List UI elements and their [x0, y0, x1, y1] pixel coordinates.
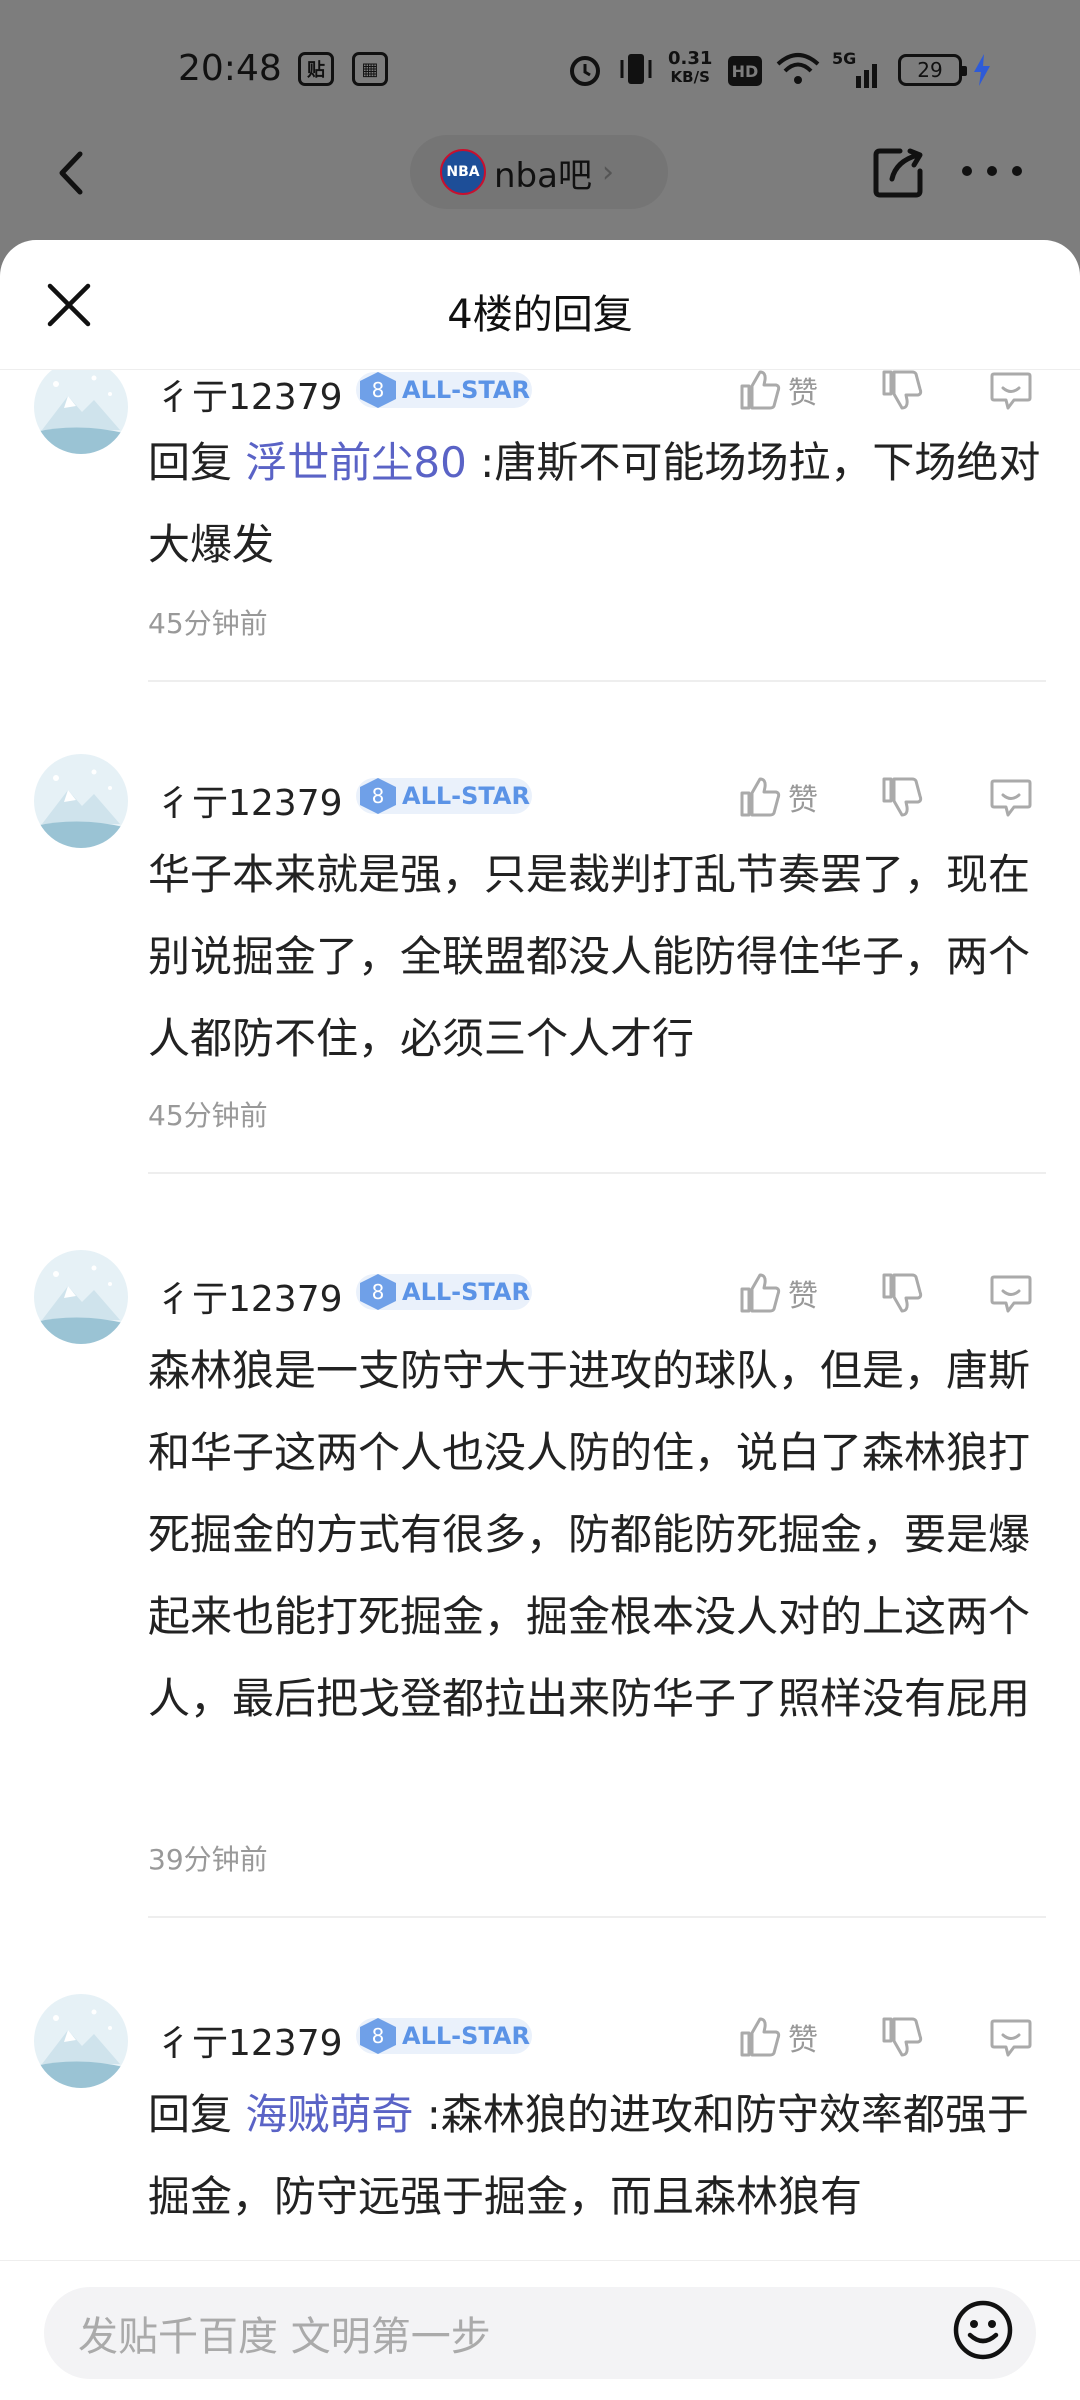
thumb-down-icon[interactable]	[880, 370, 924, 415]
net-speed: 0.31 KB/S	[668, 48, 713, 87]
divider	[148, 1916, 1046, 1918]
comment-input[interactable]: 发贴千百度 文明第一步	[44, 2287, 1036, 2379]
username[interactable]: 彳亍12379	[156, 2014, 343, 2066]
like-button[interactable]: 赞	[738, 370, 818, 415]
replies-sheet: 4楼的回复 彳亍12379 8 ALL-STAR 赞 回复 浮世前尘80 :唐斯…	[0, 240, 1080, 2400]
like-button[interactable]: 赞	[738, 772, 818, 822]
like-button[interactable]: 赞	[738, 1268, 818, 1318]
reply-prefix: 回复	[148, 438, 246, 487]
level-number: 8	[360, 778, 396, 814]
thumb-down-icon[interactable]	[880, 772, 924, 822]
badge-title: ALL-STAR	[402, 1278, 530, 1306]
like-button[interactable]: 赞	[738, 2012, 818, 2062]
status-time: 20:48	[178, 48, 282, 89]
comment-reply-icon[interactable]	[988, 370, 1034, 415]
comment-reply-icon[interactable]	[988, 772, 1034, 822]
level-badge: 8 ALL-STAR	[356, 2018, 532, 2054]
share-icon[interactable]	[870, 145, 926, 201]
thumb-up-icon	[740, 777, 781, 817]
net-speed-unit: KB/S	[670, 68, 710, 86]
calendar-notification-icon: ▦	[352, 52, 388, 86]
divider	[148, 680, 1046, 682]
level-number: 8	[360, 372, 396, 408]
avatar[interactable]	[34, 754, 128, 848]
forum-link[interactable]: NBA nba吧 ›	[410, 135, 668, 209]
like-label: 赞	[788, 2023, 818, 2058]
avatar[interactable]	[34, 1250, 128, 1344]
net-speed-value: 0.31	[668, 48, 713, 69]
comment-input-bar: 发贴千百度 文明第一步	[0, 2260, 1080, 2400]
level-badge: 8 ALL-STAR	[356, 1274, 532, 1310]
avatar[interactable]	[34, 370, 128, 454]
level-number: 8	[360, 2018, 396, 2054]
forum-name: nba吧	[494, 155, 592, 196]
badge-title: ALL-STAR	[402, 782, 530, 810]
thumb-down-icon[interactable]	[880, 1268, 924, 1318]
vibrate-icon	[620, 54, 652, 84]
alarm-icon	[570, 56, 600, 86]
like-label: 赞	[788, 1279, 818, 1314]
level-badge: 8 ALL-STAR	[356, 778, 532, 814]
signal-icon	[856, 64, 877, 88]
username[interactable]: 彳亍12379	[156, 1270, 343, 1322]
reply-timestamp: 45分钟前	[148, 1099, 268, 1132]
sheet-title: 4楼的回复	[447, 292, 633, 338]
username[interactable]: 彳亍12379	[156, 774, 343, 826]
back-arrow-icon[interactable]	[48, 148, 98, 198]
badge-title: ALL-STAR	[402, 376, 530, 404]
sheet-header: 4楼的回复	[0, 240, 1080, 370]
hd-icon: HD	[728, 56, 762, 86]
username[interactable]: 彳亍12379	[156, 370, 343, 420]
tieba-notification-icon: 贴	[298, 52, 334, 86]
reply-text: 华子本来就是强，只是裁判打乱节奏罢了，现在别说掘金了，全联盟都没人能防得住华子，…	[148, 850, 1031, 1063]
like-label: 赞	[788, 376, 818, 411]
badge-title: ALL-STAR	[402, 2022, 530, 2050]
emoji-icon[interactable]	[952, 2299, 1014, 2361]
nba-logo-icon: NBA	[440, 149, 486, 195]
reply-prefix: 回复	[148, 2090, 246, 2139]
reply-text: 森林狼是一支防守大于进攻的球队，但是，唐斯和华子这两个人也没人防的住，说白了森林…	[148, 1346, 1031, 1723]
charging-icon	[974, 54, 990, 86]
thumb-up-icon	[740, 2017, 781, 2057]
thumb-up-icon	[740, 370, 781, 410]
comment-reply-icon[interactable]	[988, 2012, 1034, 2062]
status-bar: 20:48 贴 ▦ 0.31 KB/S HD 5G 29	[0, 0, 1080, 130]
battery-indicator: 29	[898, 54, 967, 86]
wifi-icon	[776, 53, 820, 84]
reply-text: 回复 浮世前尘80 :唐斯不可能场场拉，下场绝对大爆发	[148, 422, 1048, 586]
avatar[interactable]	[34, 1994, 128, 2088]
mention-link[interactable]: 海贼萌奇	[245, 2090, 413, 2139]
thumb-up-icon	[740, 1273, 781, 1313]
reply-timestamp: 39分钟前	[148, 1843, 268, 1876]
level-number: 8	[360, 1274, 396, 1310]
reply-timestamp: 45分钟前	[148, 607, 268, 640]
divider	[148, 1172, 1046, 1174]
like-label: 赞	[788, 783, 818, 818]
level-badge: 8 ALL-STAR	[356, 372, 532, 408]
thumb-down-icon[interactable]	[880, 2012, 924, 2062]
comment-reply-icon[interactable]	[988, 1268, 1034, 1318]
chevron-right-icon: ›	[601, 154, 614, 190]
reply-list[interactable]: 彳亍12379 8 ALL-STAR 赞 回复 浮世前尘80 :唐斯不可能场场拉…	[0, 370, 1080, 2260]
mention-link[interactable]: 浮世前尘80	[245, 438, 466, 487]
more-options-icon[interactable]	[962, 166, 1022, 178]
reply-text: 回复 海贼萌奇 :森林狼的进攻和防守效率都强于掘金，防守远强于掘金，而且森林狼有	[148, 2074, 1048, 2238]
